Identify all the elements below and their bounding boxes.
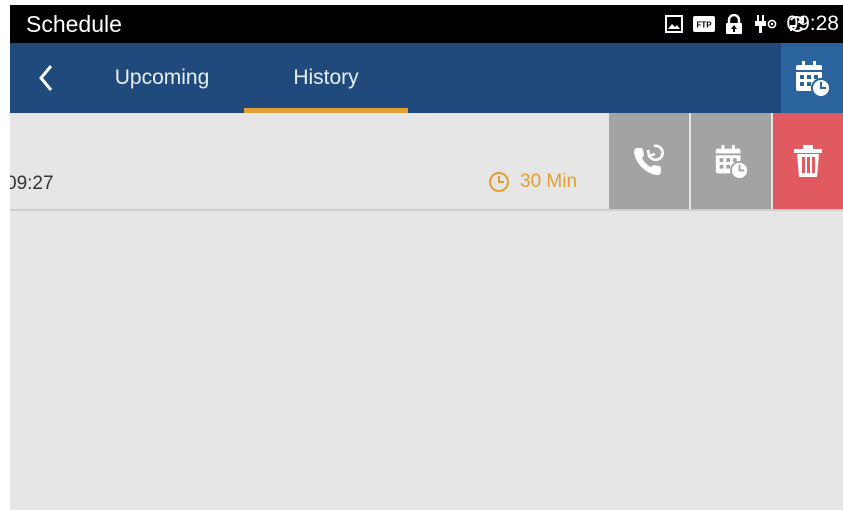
schedule-screen: Schedule FTP 09:28 Upcoming History 09:2…	[10, 5, 843, 510]
delete-button[interactable]	[773, 113, 843, 209]
tab-upcoming[interactable]: Upcoming	[80, 43, 244, 113]
status-bar: Schedule FTP 09:28	[10, 5, 843, 43]
lock-icon	[726, 14, 742, 34]
clock-icon	[489, 172, 509, 192]
usb-debug-icon	[755, 15, 777, 33]
picture-icon	[665, 15, 683, 33]
history-item-duration: 30 Min	[488, 167, 577, 197]
back-button[interactable]	[24, 55, 68, 101]
ftp-icon: FTP	[693, 16, 715, 32]
history-item[interactable]: 09:27 30 Min	[10, 113, 843, 211]
trash-icon	[794, 145, 822, 177]
schedule-meeting-button[interactable]	[781, 43, 843, 113]
reschedule-icon	[715, 144, 749, 180]
app-title: Schedule	[26, 11, 122, 37]
schedule-toolbar: Upcoming History	[10, 43, 843, 113]
calendar-clock-icon	[796, 61, 831, 98]
reschedule-button[interactable]	[691, 113, 771, 209]
tab-history-label: History	[293, 66, 359, 89]
chevron-left-icon	[39, 65, 53, 91]
status-clock: 09:28	[786, 12, 839, 35]
tab-upcoming-label: Upcoming	[114, 66, 210, 89]
tab-history[interactable]: History	[244, 43, 408, 113]
history-item-time: 09:27	[10, 173, 54, 194]
duration-label: 30 Min	[520, 171, 578, 192]
svg-text:FTP: FTP	[696, 21, 712, 30]
call-back-button[interactable]	[609, 113, 689, 209]
call-back-icon	[634, 144, 664, 175]
